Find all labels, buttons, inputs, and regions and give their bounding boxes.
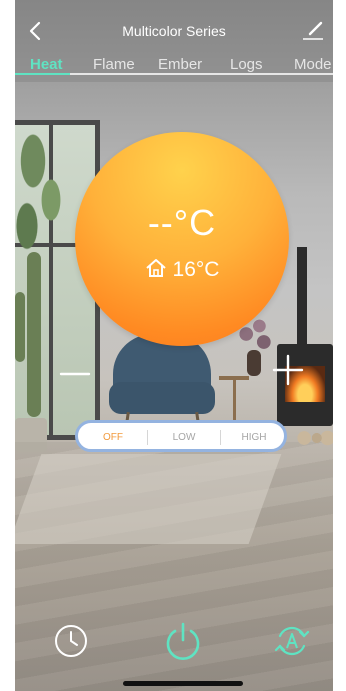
set-temperature: --°C <box>147 202 217 243</box>
temperature-dial: --°C 16°C <box>75 132 289 346</box>
pen-icon <box>303 21 323 40</box>
level-off-option[interactable]: OFF <box>98 432 128 443</box>
app-screen: Multicolor Series Heat Flame Ember Logs … <box>15 0 333 691</box>
rug <box>15 454 282 544</box>
cactus <box>15 292 25 362</box>
increase-temperature-button[interactable] <box>272 354 304 386</box>
log-pile <box>297 428 333 448</box>
edit-button[interactable] <box>301 18 325 42</box>
armchair-seat <box>109 382 215 414</box>
page-title: Multicolor Series <box>122 23 226 39</box>
divider <box>147 430 148 445</box>
auto-mode-button[interactable] <box>273 622 311 660</box>
tab-flame[interactable]: Flame <box>93 56 135 73</box>
home-indicator[interactable] <box>123 681 243 686</box>
power-button[interactable] <box>164 621 202 661</box>
tab-ember[interactable]: Ember <box>158 56 202 73</box>
decrease-temperature-button[interactable] <box>59 358 91 390</box>
active-tab-indicator <box>15 73 70 75</box>
level-high-option[interactable]: HIGH <box>238 432 270 443</box>
room-temperature-row: 16°C <box>75 258 289 282</box>
power-icon <box>166 622 200 660</box>
minus-icon <box>59 372 91 376</box>
timer-button[interactable] <box>54 624 88 658</box>
vase <box>247 350 261 376</box>
tab-mode[interactable]: Mode <box>294 56 332 73</box>
hanging-plant <box>15 122 75 252</box>
clock-icon <box>55 625 87 657</box>
room-temperature: 16°C <box>172 258 220 281</box>
auto-cycle-icon <box>274 626 310 656</box>
header: Multicolor Series Heat Flame Ember Logs … <box>15 0 333 82</box>
cactus <box>27 252 41 417</box>
stove-pipe <box>297 247 307 347</box>
heat-level-selector: OFF LOW HIGH <box>75 420 287 452</box>
divider <box>220 430 221 445</box>
tab-underline <box>15 73 333 75</box>
tab-heat[interactable]: Heat <box>30 56 63 73</box>
plus-icon <box>272 354 304 386</box>
house-icon <box>145 259 166 277</box>
level-low-option[interactable]: LOW <box>169 432 199 443</box>
tab-logs[interactable]: Logs <box>230 56 263 73</box>
